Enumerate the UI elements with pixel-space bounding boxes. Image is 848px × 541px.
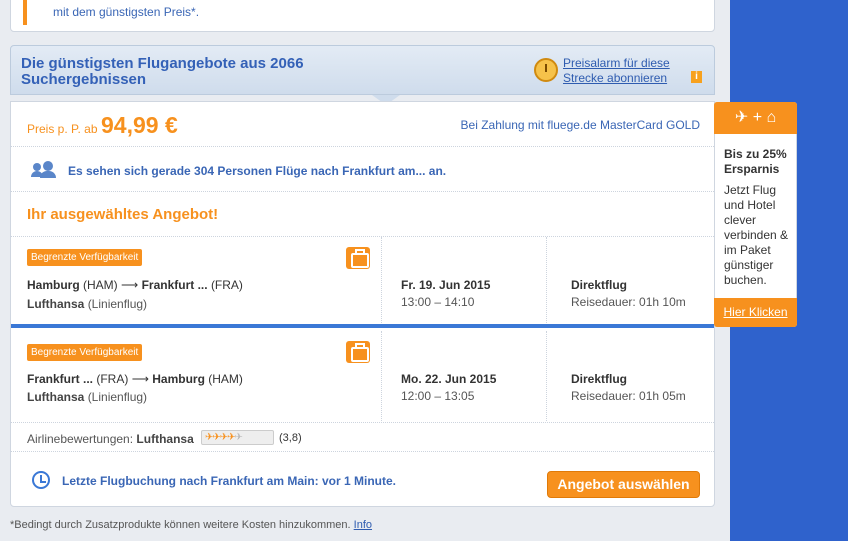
price-label: Preis p. P. ab	[27, 122, 98, 136]
flight-time: 12:00 – 13:05	[401, 389, 475, 403]
price-alarm-link[interactable]: Preisalarm für diese Strecke abonnieren	[563, 56, 670, 86]
route-from-code: (FRA)	[96, 372, 129, 386]
results-title: Die günstigsten Flugangebote aus 2066 Su…	[21, 55, 304, 88]
baggage-icon[interactable]	[346, 341, 370, 363]
route-to-city: Frankfurt ...	[141, 278, 208, 292]
payment-note: Bei Zahlung mit fluege.de MasterCard GOL…	[460, 118, 700, 132]
flight-date: Fr. 19. Jun 2015	[401, 278, 491, 292]
flight-airline: Lufthansa (Linienflug)	[27, 297, 147, 311]
column-divider	[381, 237, 382, 323]
rating-label-text: Airlinebewertungen:	[27, 432, 134, 446]
offer-card: Preis p. P. ab 94,99 € Bei Zahlung mit f…	[10, 101, 715, 507]
flight-return: Begrenzte Verfügbarkeit Frankfurt ... (F…	[11, 331, 714, 421]
last-booking-text: Letzte Flugbuchung nach Frankfurt am Mai…	[62, 474, 397, 488]
airline-rating-row: Airlinebewertungen: Lufthansa ✈✈✈✈✈ (3,8…	[11, 422, 714, 452]
flight-outbound: Begrenzte Verfügbarkeit Hamburg (HAM) ⟶ …	[11, 237, 714, 325]
selected-offer-title: Ihr ausgewähltes Angebot!	[27, 206, 219, 223]
flight-route: Hamburg (HAM) ⟶ Frankfurt ... (FRA)	[27, 278, 243, 292]
availability-badge: Begrenzte Verfügbarkeit	[27, 249, 143, 266]
top-notice: mit dem günstigsten Preis*.	[10, 0, 715, 32]
rating-label: Airlinebewertungen: Lufthansa	[27, 432, 194, 446]
rating-value: (3,8)	[279, 432, 302, 444]
price-row: Preis p. P. ab 94,99 € Bei Zahlung mit f…	[11, 102, 714, 147]
info-icon[interactable]: i	[691, 71, 702, 83]
viewers-text: Es sehen sich gerade 304 Personen Flüge …	[68, 164, 447, 178]
route-from-code: (HAM)	[83, 278, 118, 292]
booking-row: Letzte Flugbuchung nach Frankfurt am Mai…	[11, 453, 714, 507]
flight-stops: Direktflug	[571, 372, 628, 386]
baggage-icon[interactable]	[346, 247, 370, 269]
price-value: 94,99 €	[101, 112, 178, 138]
rating-stars-icon: ✈✈✈✈✈	[201, 430, 274, 445]
promo-link[interactable]: Hier Klicken	[714, 298, 797, 327]
footnote-text: *Bedingt durch Zusatzprodukte können wei…	[10, 519, 351, 531]
flight-airline: Lufthansa (Linienflug)	[27, 390, 147, 404]
plane-plus-house-icon: ✈ + ⌂	[714, 102, 797, 134]
flight-hotel-promo: ✈ + ⌂ Bis zu 25% Ersparnis Jetzt Flug un…	[714, 102, 797, 327]
route-to-city: Hamburg	[152, 372, 205, 386]
rating-airline: Lufthansa	[136, 432, 194, 446]
price-alarm-link-line1[interactable]: Preisalarm für diese	[563, 56, 670, 71]
route-from-city: Hamburg	[27, 278, 80, 292]
notice-accent-bar	[23, 0, 27, 25]
promo-body: Jetzt Flug und Hotel clever verbinden & …	[724, 183, 789, 287]
notice-text: mit dem günstigsten Preis*.	[53, 5, 200, 19]
flight-date: Mo. 22. Jun 2015	[401, 372, 497, 386]
route-from-city: Frankfurt ...	[27, 372, 94, 386]
column-divider	[381, 331, 382, 421]
airline-type: (Linienflug)	[87, 297, 148, 311]
route-arrow: ⟶	[131, 372, 149, 386]
clock-icon	[32, 471, 50, 489]
flight-time: 13:00 – 14:10	[401, 295, 475, 309]
availability-badge: Begrenzte Verfügbarkeit	[27, 344, 143, 361]
viewers-row: Es sehen sich gerade 304 Personen Flüge …	[11, 147, 714, 192]
alarm-clock-icon[interactable]	[534, 58, 558, 82]
footnote-info-link[interactable]: Info	[354, 519, 372, 531]
airline-name: Lufthansa	[27, 297, 85, 311]
flight-separator	[11, 324, 714, 328]
flight-duration: Reisedauer: 01h 05m	[571, 389, 686, 403]
select-offer-button[interactable]: Angebot auswählen	[547, 471, 700, 498]
route-arrow: ⟶	[121, 278, 139, 292]
flight-stops: Direktflug	[571, 278, 628, 292]
route-to-code: (HAM)	[208, 372, 243, 386]
flight-duration: Reisedauer: 01h 10m	[571, 295, 686, 309]
airline-name: Lufthansa	[27, 390, 85, 404]
results-header: Die günstigsten Flugangebote aus 2066 Su…	[10, 45, 715, 95]
people-icon	[31, 161, 56, 178]
column-divider	[546, 331, 547, 421]
footnote: *Bedingt durch Zusatzprodukte können wei…	[10, 519, 372, 531]
airline-type: (Linienflug)	[87, 390, 148, 404]
promo-title: Bis zu 25% Ersparnis	[724, 147, 787, 176]
price-alarm-link-line2[interactable]: Strecke abonnieren	[563, 71, 670, 86]
flight-route: Frankfurt ... (FRA) ⟶ Hamburg (HAM)	[27, 372, 243, 386]
route-to-code: (FRA)	[210, 278, 243, 292]
column-divider	[546, 237, 547, 323]
